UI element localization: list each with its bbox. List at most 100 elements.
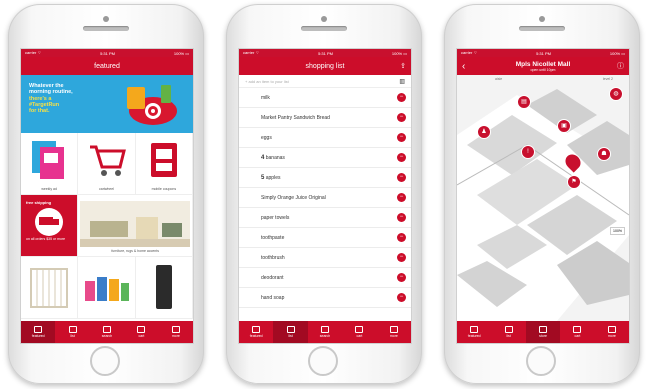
remove-icon[interactable]: − [397, 293, 406, 302]
tab-search[interactable]: search [308, 321, 342, 343]
add-item-input[interactable]: + add an item to your list ▥ [239, 75, 411, 88]
shopping-list: milk − Market Pantry Sandwich Bread − eggs… [239, 88, 411, 308]
camera [103, 16, 109, 22]
tile-furniture[interactable]: furniture, rugs & home accents [78, 195, 193, 257]
tab-more[interactable]: more [377, 321, 411, 343]
phone-shopping-list: carrier ⌔ 5:31 PM 100% ▭ shopping list ⇪ +… [226, 4, 422, 384]
featured-screen: carrier ⌔ 5:31 PM 100% ▭ featured Whatev… [20, 48, 194, 344]
weekly-ad-icon [32, 141, 65, 179]
promo-banner[interactable]: Whatever the morning routine, there's a … [21, 75, 193, 133]
tile-mobile-coupons[interactable]: mobile coupons [135, 133, 193, 195]
list-icon [504, 326, 513, 333]
tab-bar: featured list search cart more [239, 321, 411, 343]
tab-cart[interactable]: cart [342, 321, 376, 343]
back-icon[interactable]: ‹ [462, 57, 465, 75]
cart-icon [137, 326, 146, 333]
cart-icon [90, 145, 127, 176]
remove-icon[interactable]: − [397, 173, 406, 182]
coupon-icon [150, 143, 177, 177]
map-label: level 2 [602, 77, 613, 81]
page-title: featured [94, 62, 120, 70]
remove-icon[interactable]: − [397, 213, 406, 222]
remove-icon[interactable]: − [397, 93, 406, 102]
tab-search[interactable]: search [90, 321, 124, 343]
remove-icon[interactable]: − [397, 153, 406, 162]
featured-icon [34, 326, 43, 333]
map-pin-icon[interactable]: ▣ [557, 119, 571, 133]
camera [321, 16, 327, 22]
tab-list[interactable]: list [491, 321, 525, 343]
tab-bar: featured list store cart more [457, 321, 629, 343]
home-button[interactable] [308, 346, 338, 376]
tile-electronics[interactable] [135, 257, 193, 319]
tile-cartwheel[interactable]: cartwheel [78, 133, 136, 195]
page-title: shopping list [305, 62, 345, 70]
list-item[interactable]: milk − [239, 88, 411, 108]
more-icon [607, 326, 616, 333]
map-pin-icon[interactable]: ⚑ [567, 175, 581, 189]
list-item[interactable]: deodorant − [239, 268, 411, 288]
map-pin-icon[interactable]: ▤ [517, 95, 531, 109]
barcode-icon[interactable]: ▥ [399, 78, 405, 85]
map-pin-icon[interactable]: ♟ [477, 125, 491, 139]
store-map[interactable]: aisle level 2 ▤ ◍ ♟ ▣ ! ☗ ⚑ 100% [457, 75, 629, 321]
carrier: carrier ⌔ [25, 50, 42, 55]
list-item[interactable]: toothpaste − [239, 228, 411, 248]
list-item[interactable]: 4 bananas − [239, 148, 411, 168]
map-label: aisle [495, 77, 503, 81]
tab-cart[interactable]: cart [560, 321, 594, 343]
speaker [301, 26, 347, 31]
camera [539, 16, 545, 22]
list-item[interactable]: Simply Orange Juice Original − [239, 188, 411, 208]
store-icon [539, 326, 548, 333]
status-bar: carrier ⌔ 5:31 PM 100% ▭ [21, 49, 193, 57]
map-pin-icon[interactable]: ! [521, 145, 535, 159]
home-button[interactable] [526, 346, 556, 376]
tab-store[interactable]: store [525, 321, 561, 343]
list-item[interactable]: 5 apples − [239, 168, 411, 188]
tab-list[interactable]: list [55, 321, 89, 343]
target-basket-icon [127, 85, 177, 125]
share-icon[interactable]: ⇪ [400, 57, 406, 75]
list-icon [68, 326, 77, 333]
remove-icon[interactable]: − [397, 133, 406, 142]
status-bar: carrier ⌔ 5:31 PM 100% ▭ [457, 49, 629, 57]
info-icon[interactable]: ⓘ [617, 57, 624, 75]
header: shopping list ⇪ [239, 57, 411, 75]
remove-icon[interactable]: − [397, 113, 406, 122]
tile-weekly-ad[interactable]: weekly ad [21, 133, 79, 195]
tab-more[interactable]: more [595, 321, 629, 343]
tab-featured[interactable]: featured [457, 321, 491, 343]
list-item[interactable]: toothbrush − [239, 248, 411, 268]
tile-nursery[interactable] [21, 257, 79, 319]
tab-list[interactable]: list [273, 321, 308, 343]
cart-icon [355, 326, 364, 333]
store-hours: open until 10pm [530, 67, 556, 72]
remove-icon[interactable]: − [397, 233, 406, 242]
header: ‹ Mpls Nicollet Mall open until 10pm ⓘ [457, 57, 629, 75]
list-item[interactable]: paper towels − [239, 208, 411, 228]
speaker [519, 26, 565, 31]
map-pin-icon[interactable]: ◍ [609, 87, 623, 101]
list-item[interactable]: eggs − [239, 128, 411, 148]
tab-featured[interactable]: featured [239, 321, 273, 343]
tab-cart[interactable]: cart [124, 321, 158, 343]
list-item[interactable]: hand soap − [239, 288, 411, 308]
tile-free-shipping[interactable]: free shipping on all orders $35 or more [21, 195, 79, 257]
list-item[interactable]: Market Pantry Sandwich Bread − [239, 108, 411, 128]
more-icon [389, 326, 398, 333]
remove-icon[interactable]: − [397, 253, 406, 262]
store-name: Mpls Nicollet Mall [515, 60, 571, 68]
floor-plan [457, 75, 629, 321]
tile-kids-clothing[interactable] [78, 257, 136, 319]
tab-featured[interactable]: featured [21, 321, 56, 343]
status-bar: carrier ⌔ 5:31 PM 100% ▭ [239, 49, 411, 57]
banner-text: Whatever the morning routine, there's a … [29, 83, 73, 115]
home-button[interactable] [90, 346, 120, 376]
header: featured [21, 57, 193, 75]
remove-icon[interactable]: − [397, 273, 406, 282]
map-pin-icon[interactable]: ☗ [597, 147, 611, 161]
list-icon [286, 326, 295, 333]
remove-icon[interactable]: − [397, 193, 406, 202]
tab-more[interactable]: more [159, 321, 193, 343]
